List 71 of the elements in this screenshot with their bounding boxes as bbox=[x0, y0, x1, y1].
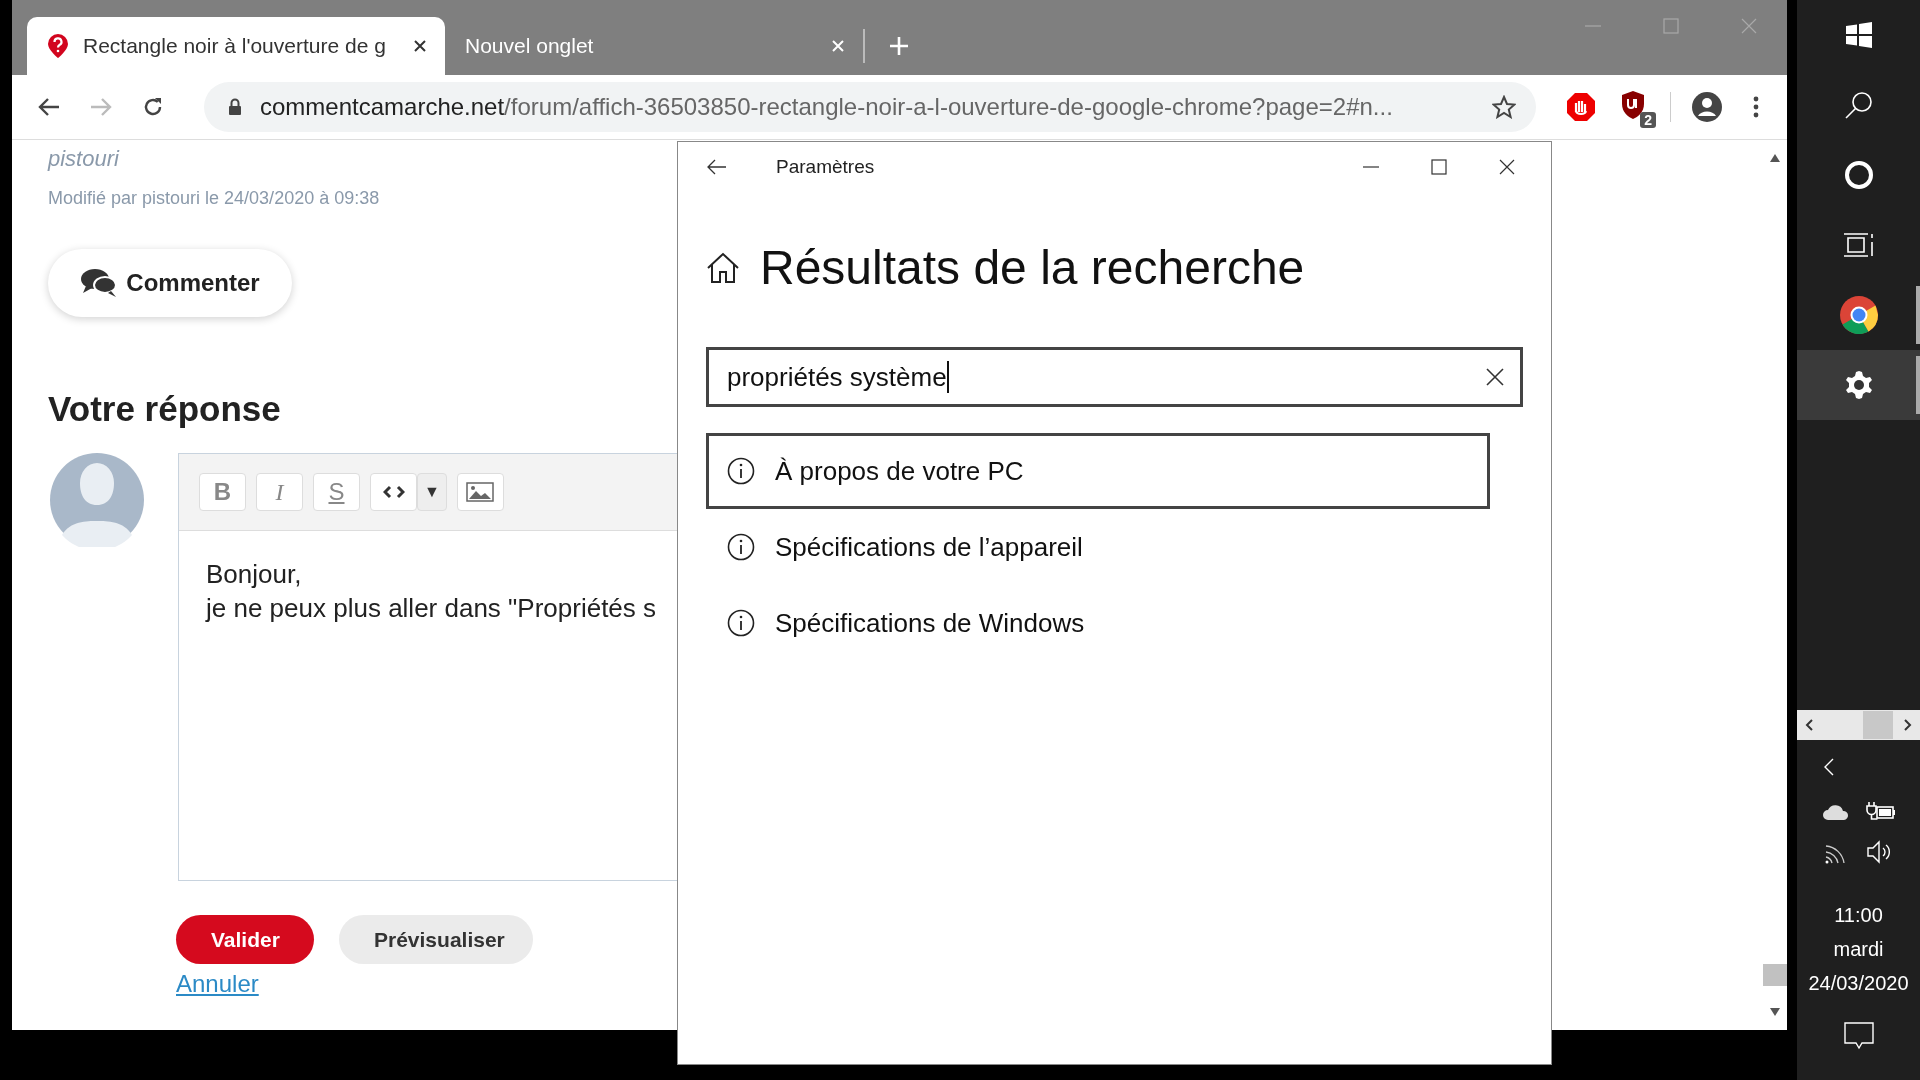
cancel-link[interactable]: Annuler bbox=[176, 970, 259, 998]
editor-text-line: Bonjour, bbox=[206, 558, 303, 591]
modified-note: Modifié par pistouri le 24/03/2020 à 09:38 bbox=[48, 188, 381, 209]
windows-logo-icon bbox=[1845, 22, 1872, 48]
badge-count: 2 bbox=[1640, 112, 1656, 128]
info-icon bbox=[727, 457, 755, 485]
editor-text-line: je ne peux plus aller dans "Propriétés s bbox=[206, 592, 658, 625]
question-pin-icon bbox=[47, 33, 69, 59]
tab-title: Nouvel onglet bbox=[465, 34, 595, 58]
notification-icon[interactable] bbox=[1843, 1022, 1874, 1050]
scroll-left-icon[interactable] bbox=[1805, 719, 1813, 731]
battery-plug-icon[interactable] bbox=[1865, 801, 1896, 823]
scroll-thumb[interactable] bbox=[1863, 711, 1893, 739]
search-result[interactable]: Spécifications de Windows bbox=[706, 585, 1490, 661]
scroll-right-icon[interactable] bbox=[1904, 719, 1912, 731]
section-heading: Votre réponse bbox=[48, 389, 282, 429]
italic-button[interactable]: I bbox=[256, 473, 303, 511]
task-view-icon bbox=[1843, 232, 1874, 258]
picture-icon bbox=[466, 482, 495, 502]
scroll-up-icon[interactable] bbox=[1770, 154, 1780, 162]
chevron-left-icon[interactable] bbox=[1823, 758, 1834, 776]
code-icon bbox=[382, 485, 405, 499]
search-field[interactable]: propriétés système bbox=[706, 347, 1523, 407]
strikethrough-button[interactable]: S bbox=[313, 473, 360, 511]
scrollbar[interactable] bbox=[1797, 710, 1920, 740]
dropdown-button[interactable]: ▼ bbox=[417, 473, 447, 511]
star-icon[interactable] bbox=[1492, 95, 1516, 119]
page-heading: Résultats de la recherche bbox=[760, 240, 1305, 295]
text-editor[interactable]: B I S ▼ Bonjour, je ne peux plus aller dans "Propriétés s bbox=[178, 453, 677, 881]
browser-tab[interactable]: Nouvel onglet bbox=[445, 17, 863, 75]
back-arrow-icon[interactable] bbox=[706, 159, 726, 175]
comment-button[interactable]: Commenter bbox=[48, 249, 292, 317]
code-button[interactable] bbox=[370, 473, 417, 511]
back-arrow-icon[interactable] bbox=[38, 97, 60, 117]
maximize-icon[interactable] bbox=[1431, 159, 1447, 175]
clock-time: 11:00 bbox=[1834, 903, 1883, 928]
scroll-thumb[interactable] bbox=[1763, 964, 1787, 986]
cloud-icon[interactable] bbox=[1821, 803, 1850, 821]
browser-tab[interactable]: Rectangle noir à l'ouverture de g bbox=[27, 17, 445, 75]
clear-icon[interactable] bbox=[1486, 368, 1504, 386]
close-icon[interactable] bbox=[413, 39, 427, 53]
clock-day: mardi bbox=[1833, 932, 1884, 966]
info-icon bbox=[727, 533, 755, 561]
info-icon bbox=[727, 609, 755, 637]
shield-icon[interactable] bbox=[1620, 90, 1646, 120]
reload-icon[interactable] bbox=[142, 96, 164, 118]
speech-bubbles-icon bbox=[80, 268, 119, 298]
bold-button[interactable]: B bbox=[199, 473, 246, 511]
scroll-down-icon[interactable] bbox=[1770, 1008, 1780, 1016]
menu-icon[interactable] bbox=[1753, 96, 1759, 118]
taskbar-settings-button[interactable] bbox=[1797, 350, 1920, 420]
address-bar[interactable]: commentcamarche.net/forum/affich-36503850-rectangle-noir-a-l-ouverture-de-google-chrome?page=2#n... bbox=[204, 82, 1536, 132]
image-button[interactable] bbox=[456, 473, 504, 511]
browser-icon bbox=[1838, 295, 1879, 335]
clock-date: 24/03/2020 bbox=[1808, 971, 1909, 996]
close-icon[interactable] bbox=[1499, 159, 1515, 175]
ring-icon bbox=[1843, 160, 1874, 190]
submit-button[interactable]: Valider bbox=[176, 915, 314, 964]
author-name: pistouri bbox=[48, 146, 121, 172]
stop-hand-icon[interactable] bbox=[1566, 92, 1596, 122]
home-icon[interactable] bbox=[706, 251, 740, 284]
new-tab-icon[interactable] bbox=[889, 36, 909, 56]
preview-button[interactable]: Prévisualiser bbox=[339, 915, 533, 964]
search-result[interactable]: Spécifications de l’appareil bbox=[706, 509, 1490, 585]
tab-title: Rectangle noir à l'ouverture de g bbox=[83, 34, 387, 58]
profile-icon[interactable] bbox=[1691, 91, 1723, 123]
search-icon bbox=[1843, 90, 1874, 120]
window-title: Paramètres bbox=[776, 156, 875, 178]
url-text: commentcamarche.net/forum/affich-36503850-rectangle-noir-a-l-ouverture-de-google-chrome?page=2#n... bbox=[260, 93, 1394, 121]
search-result[interactable]: À propos de votre PC bbox=[706, 433, 1490, 509]
lock-icon bbox=[228, 98, 242, 116]
